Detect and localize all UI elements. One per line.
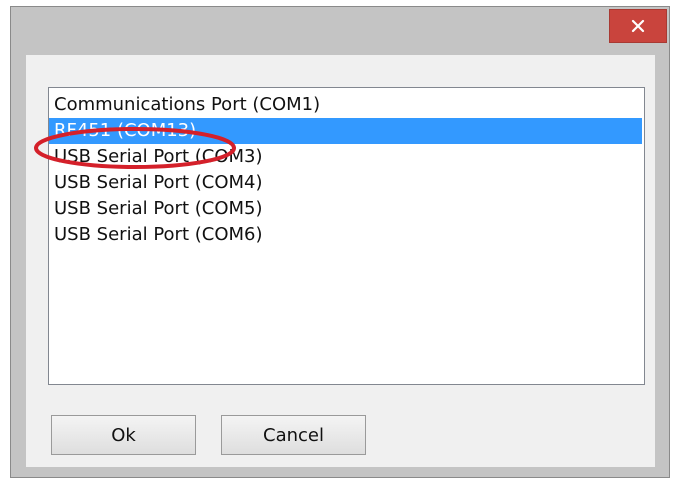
list-item-com6[interactable]: USB Serial Port (COM6): [49, 222, 642, 248]
title-bar[interactable]: [11, 7, 669, 55]
ok-button[interactable]: Ok: [51, 415, 196, 455]
list-item-com5[interactable]: USB Serial Port (COM5): [49, 196, 642, 222]
list-item-rf451-com13[interactable]: RF451 (COM13): [49, 118, 642, 144]
list-item-com4[interactable]: USB Serial Port (COM4): [49, 170, 642, 196]
list-item-com3[interactable]: USB Serial Port (COM3): [49, 144, 642, 170]
dialog-client-area: Communications Port (COM1) RF451 (COM13)…: [26, 55, 655, 467]
close-button[interactable]: [609, 9, 667, 43]
list-item-com1[interactable]: Communications Port (COM1): [49, 92, 642, 118]
port-listbox[interactable]: Communications Port (COM1) RF451 (COM13)…: [48, 87, 645, 385]
close-icon: [631, 19, 645, 33]
cancel-button[interactable]: Cancel: [221, 415, 366, 455]
port-select-dialog: Communications Port (COM1) RF451 (COM13)…: [10, 6, 670, 478]
